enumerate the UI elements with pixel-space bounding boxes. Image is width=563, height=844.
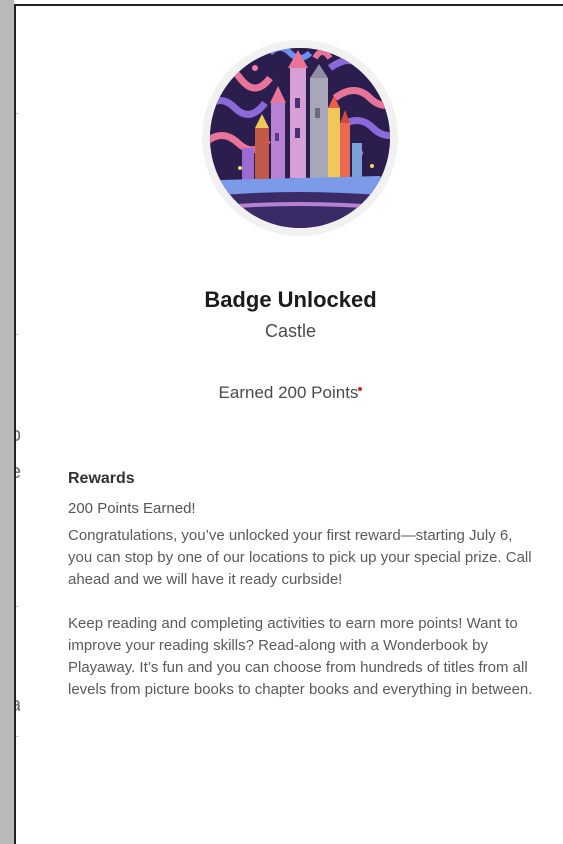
badge-name: Castle — [264, 321, 317, 341]
badge-modal: o e a — [14, 4, 563, 844]
rewards-section: Rewards 200 Points Earned! Congratulatio… — [68, 470, 538, 723]
castle-badge-illustration — [210, 48, 390, 228]
points-earned: Earned 200 Points — [16, 383, 563, 403]
badge-frame — [202, 40, 398, 236]
background-divider — [16, 606, 19, 607]
page-backdrop — [0, 0, 14, 844]
rewards-heading: Rewards — [68, 470, 135, 487]
rewards-message: Keep reading and completing activities t… — [68, 615, 533, 698]
notification-dot-icon — [358, 387, 363, 391]
background-text-fragment: o — [16, 424, 20, 447]
rewards-message: Congratulations, you’ve unlocked your fi… — [68, 527, 532, 588]
screen: o e a — [0, 0, 563, 844]
background-text-fragment: a — [16, 694, 20, 717]
badge-title: Badge Unlocked — [204, 287, 377, 312]
background-text-fragment: e — [16, 461, 20, 484]
background-divider — [16, 736, 19, 737]
points-earned-label: Earned 200 Points — [218, 383, 359, 402]
rewards-points-earned: 200 Points Earned! — [68, 500, 196, 517]
background-divider — [16, 113, 19, 114]
castle-badge-image — [210, 48, 390, 228]
